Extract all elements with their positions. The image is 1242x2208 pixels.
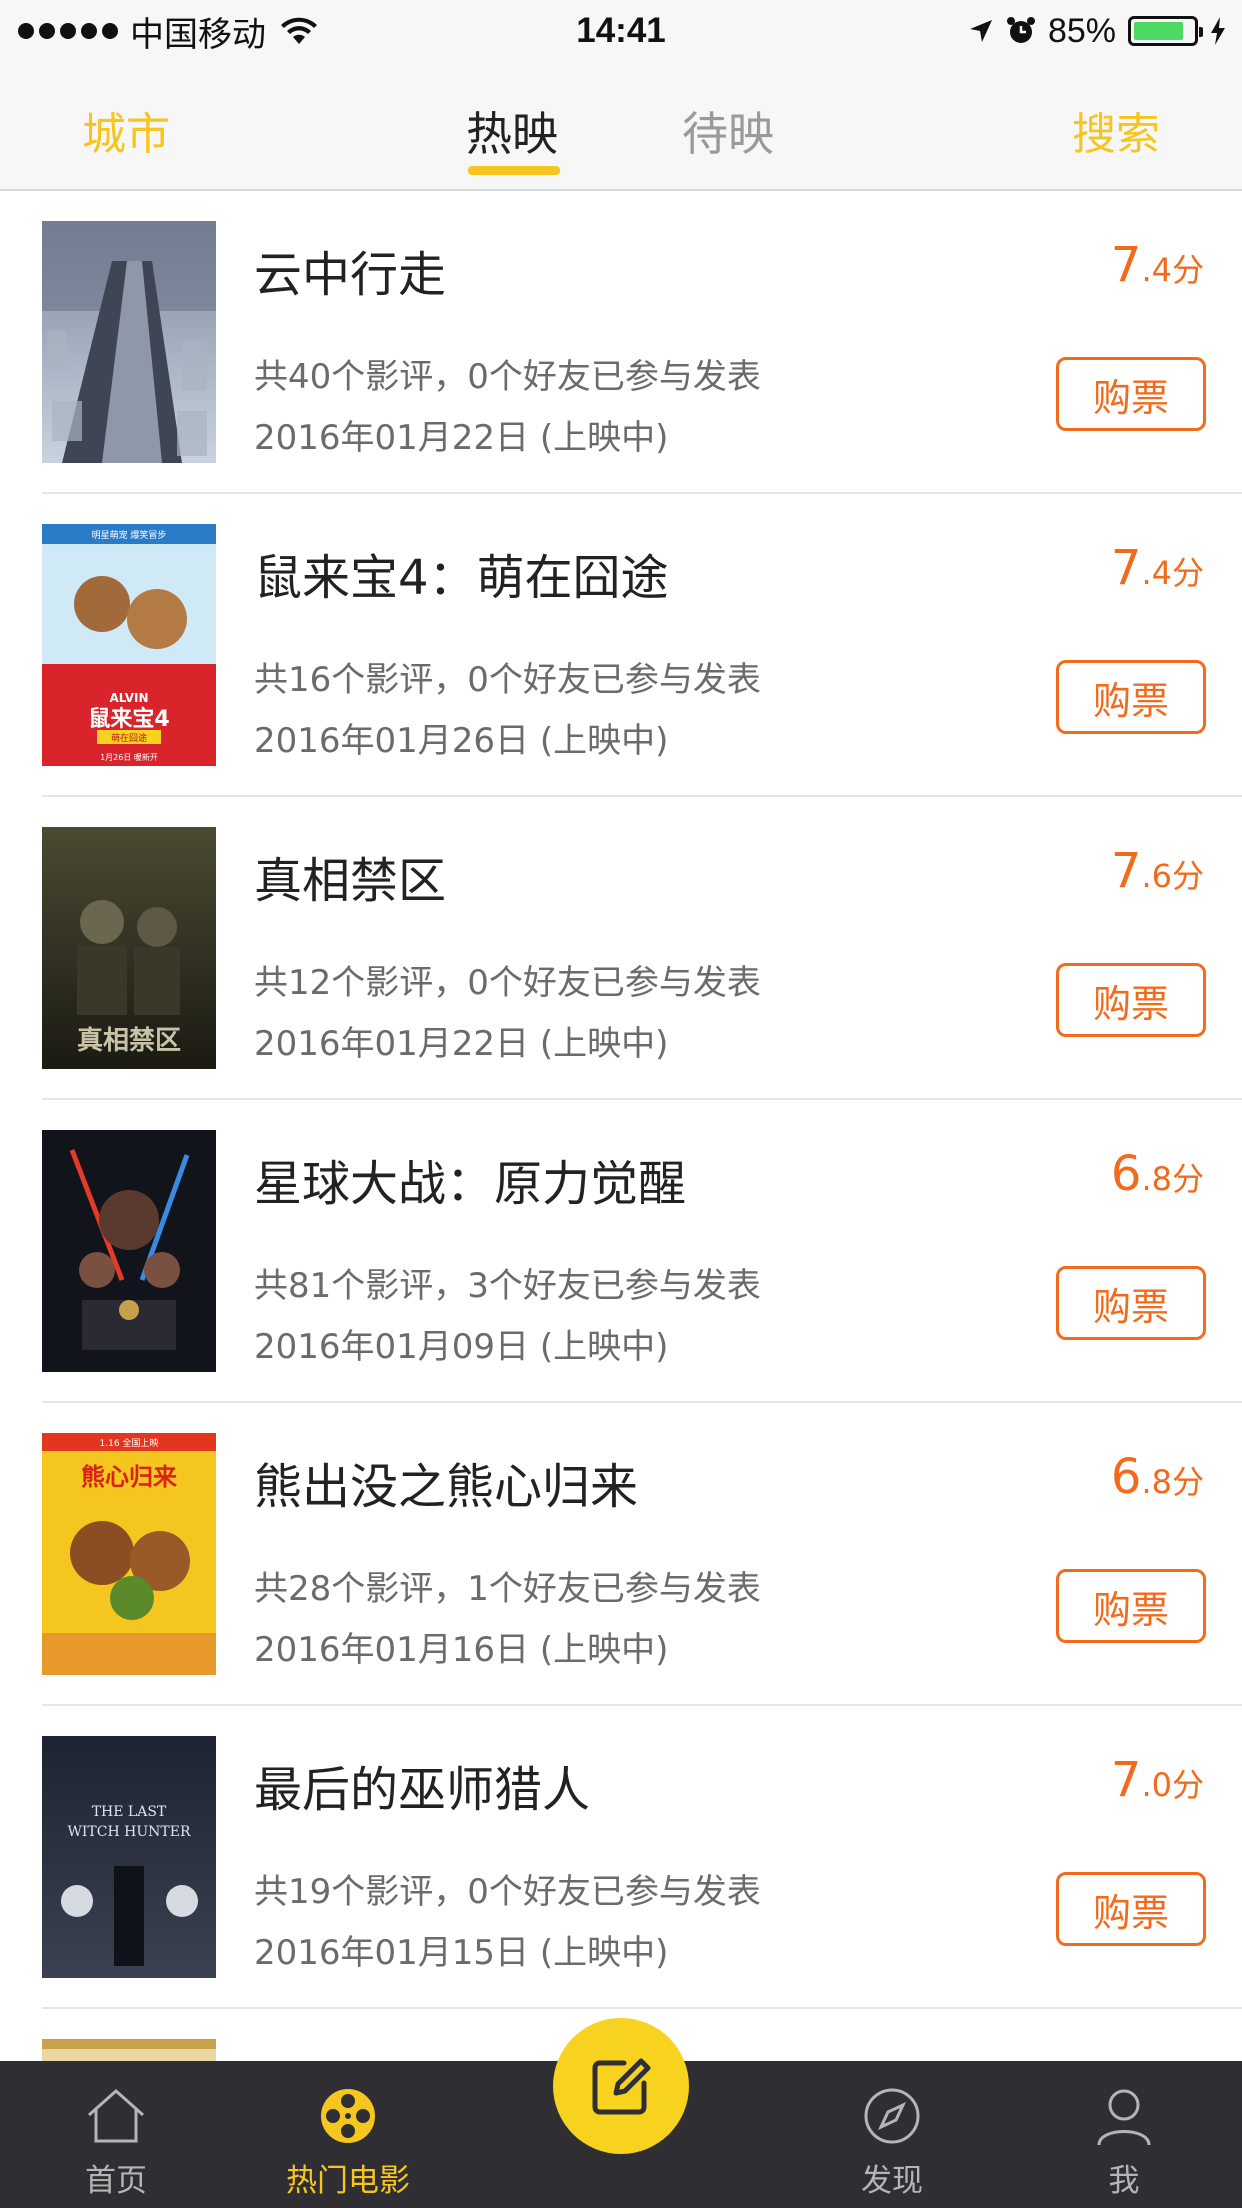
movie-score: 7.4分 (1111, 540, 1204, 596)
movie-title: 最后的巫师猎人 (254, 1762, 591, 1818)
buy-ticket-button[interactable]: 购票 (1056, 357, 1206, 431)
movie-title: 云中行走 (254, 247, 447, 303)
movie-title: 真相禁区 (254, 853, 447, 909)
location-arrow-icon (969, 20, 992, 42)
tab-hot-movies-label: 热门电影 (286, 2163, 410, 2199)
movie-poster[interactable]: 1.16 全国上映 熊心归来 (42, 1433, 216, 1675)
review-count: 共12个影评，0个好友已参与发表 (254, 963, 761, 1003)
movie-list: 云中行走 7.4分 共40个影评，0个好友已参与发表 2016年01月22日 (… (0, 191, 1242, 2009)
tab-me-label: 我 (1108, 2163, 1140, 2199)
review-count: 共40个影评，0个好友已参与发表 (254, 357, 761, 397)
review-count: 共28个影评，1个好友已参与发表 (254, 1569, 761, 1609)
score-integer: 7 (1110, 1752, 1142, 1808)
battery-icon (1128, 16, 1203, 46)
list-item[interactable]: 云中行走 7.4分 共40个影评，0个好友已参与发表 2016年01月22日 (… (42, 191, 1242, 494)
film-reel-icon (321, 2089, 375, 2143)
poster-line-1: THE LAST (92, 1804, 167, 1820)
poster-subtitle: 萌在囧途 (111, 732, 147, 744)
poster-title: 真相禁区 (77, 1026, 181, 1056)
tab-now-showing[interactable]: 热映 (466, 98, 558, 164)
buy-ticket-button[interactable]: 购票 (1056, 1872, 1206, 1946)
tab-discover[interactable]: 发现 (792, 2061, 992, 2208)
movie-title: 鼠来宝4：萌在囧途 (254, 550, 669, 606)
buy-ticket-button[interactable]: 购票 (1056, 660, 1206, 734)
buy-ticket-button[interactable]: 购票 (1056, 963, 1206, 1037)
movie-poster[interactable]: 明星萌宠 爆笑冒步 ALVIN 鼠来宝4 萌在囧途 1月26日 暖新开 (42, 524, 216, 766)
tab-me[interactable]: 我 (1024, 2061, 1224, 2208)
tab-home-label: 首页 (85, 2163, 147, 2199)
poster-date: 1月26日 暖新开 (100, 752, 158, 762)
compose-icon (592, 2058, 651, 2115)
movie-score: 7.0分 (1111, 1752, 1204, 1808)
score-integer: 6 (1110, 1449, 1142, 1505)
score-integer: 7 (1110, 540, 1142, 596)
release-date: 2016年01月15日 (上映中) (254, 1933, 669, 1973)
score-decimal: .8分 (1141, 1463, 1204, 1501)
score-decimal: .8分 (1141, 1160, 1204, 1198)
movie-score: 7.6分 (1111, 843, 1204, 899)
list-item[interactable]: 明星萌宠 爆笑冒步 ALVIN 鼠来宝4 萌在囧途 1月26日 暖新开 鼠来宝4… (42, 494, 1242, 797)
list-item[interactable]: 1.16 全国上映 熊心归来 熊出没之熊心归来 6.8分 共28个影评，1个好友… (42, 1403, 1242, 1706)
release-date: 2016年01月16日 (上映中) (254, 1630, 669, 1670)
score-decimal: .4分 (1141, 554, 1204, 592)
person-icon (1097, 2089, 1151, 2146)
movie-poster[interactable]: THE LAST WITCH HUNTER (42, 1736, 216, 1978)
movie-poster[interactable] (42, 1130, 216, 1372)
release-date: 2016年01月22日 (上映中) (254, 418, 669, 458)
poster-tagline: 明星萌宠 爆笑冒步 (92, 529, 167, 541)
list-item[interactable]: 星球大战：原力觉醒 6.8分 共81个影评，3个好友已参与发表 2016年01月… (42, 1100, 1242, 1403)
movie-poster[interactable]: 真相禁区 (42, 827, 216, 1069)
score-decimal: .4分 (1141, 251, 1204, 289)
tab-discover-label: 发现 (861, 2163, 923, 2199)
poster-title: 熊心归来 (81, 1463, 178, 1491)
city-button[interactable]: 城市 (82, 98, 170, 162)
score-integer: 7 (1110, 237, 1142, 293)
list-item[interactable]: THE LAST WITCH HUNTER 最后的巫师猎人 7.0分 共19个影… (42, 1706, 1242, 2009)
tab-home[interactable]: 首页 (16, 2061, 216, 2208)
status-bar: 中国移动 14:41 85% (0, 0, 1242, 62)
active-tab-indicator (468, 166, 560, 175)
list-item[interactable]: 真相禁区 真相禁区 7.6分 共12个影评，0个好友已参与发表 2016年01月… (42, 797, 1242, 1100)
movie-score: 6.8分 (1111, 1449, 1204, 1505)
movie-score: 6.8分 (1111, 1146, 1204, 1202)
poster-line-2: WITCH HUNTER (68, 1824, 191, 1840)
score-integer: 6 (1110, 1146, 1142, 1202)
poster-title: 鼠来宝4 (88, 706, 169, 732)
search-button[interactable]: 搜索 (1072, 98, 1160, 162)
movie-score: 7.4分 (1111, 237, 1204, 293)
tab-hot-movies[interactable]: 热门电影 (248, 2061, 448, 2208)
compose-button[interactable] (553, 2018, 689, 2154)
home-icon (88, 2088, 144, 2143)
status-right: 85% (968, 10, 1226, 52)
tab-coming-soon[interactable]: 待映 (682, 98, 774, 164)
release-date: 2016年01月09日 (上映中) (254, 1327, 669, 1367)
movie-title: 熊出没之熊心归来 (254, 1459, 639, 1515)
buy-ticket-button[interactable]: 购票 (1056, 1266, 1206, 1340)
score-integer: 7 (1110, 843, 1142, 899)
score-decimal: .6分 (1141, 857, 1204, 895)
review-count: 共16个影评，0个好友已参与发表 (254, 660, 761, 700)
poster-alvin: ALVIN (109, 691, 148, 705)
review-count: 共19个影评，0个好友已参与发表 (254, 1872, 761, 1912)
battery-percent: 85% (1047, 11, 1116, 50)
release-date: 2016年01月26日 (上映中) (254, 721, 669, 761)
top-navigation: 城市 热映 待映 搜索 (0, 62, 1242, 191)
buy-ticket-button[interactable]: 购票 (1056, 1569, 1206, 1643)
score-decimal: .0分 (1141, 1766, 1204, 1804)
movie-poster[interactable] (42, 221, 216, 463)
review-count: 共81个影评，3个好友已参与发表 (254, 1266, 761, 1306)
release-date: 2016年01月22日 (上映中) (254, 1024, 669, 1064)
compass-icon (864, 2088, 920, 2144)
charging-bolt-icon (1211, 17, 1225, 45)
movie-title: 星球大战：原力觉醒 (254, 1156, 687, 1212)
poster-date: 1.16 全国上映 (100, 1437, 159, 1449)
alarm-clock-icon (1006, 17, 1035, 43)
